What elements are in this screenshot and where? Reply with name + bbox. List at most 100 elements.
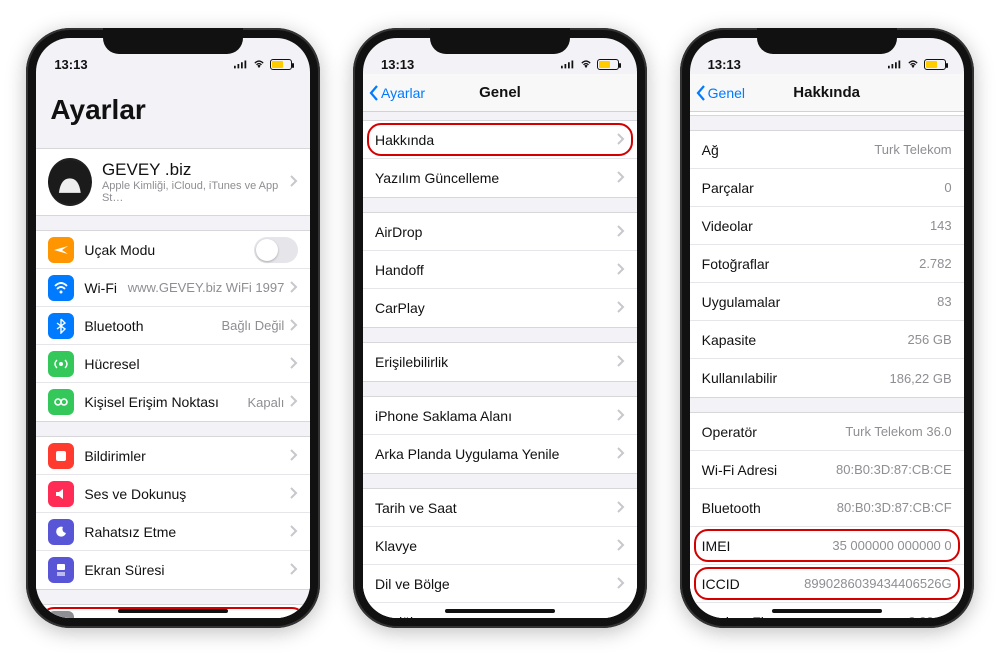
row-wifi[interactable]: Wi-Fi www.GEVEY.biz WiFi 1997: [36, 269, 310, 307]
profile-sub: Apple Kimliği, iCloud, iTunes ve App St…: [102, 180, 284, 204]
row-label: Tarih ve Saat: [375, 500, 457, 516]
signal-icon: [561, 57, 575, 72]
row-carrier[interactable]: OperatörTurk Telekom 36.0: [690, 413, 964, 451]
row-label: Dil ve Bölge: [375, 576, 450, 592]
row-apps[interactable]: Uygulamalar 83: [690, 283, 964, 321]
chevron-right-icon: [290, 524, 298, 540]
airplane-toggle[interactable]: [254, 237, 298, 263]
back-button[interactable]: Genel: [696, 85, 745, 101]
row-label: Parçalar: [702, 180, 754, 196]
row-language-region[interactable]: Dil ve Bölge: [363, 565, 637, 603]
signal-icon: [234, 57, 248, 72]
chevron-right-icon: [617, 500, 625, 516]
profile-name: GEVEY .biz: [102, 160, 284, 180]
back-label: Ayarlar: [381, 85, 425, 101]
chevron-right-icon: [617, 576, 625, 592]
phone-frame-1: 13:13 Ayarlar GEVEY .biz: [26, 28, 320, 628]
row-label: Arka Planda Uygulama Yenile: [375, 446, 559, 462]
chevron-right-icon: [290, 394, 298, 410]
row-label: Fotoğraflar: [702, 256, 770, 272]
back-label: Genel: [708, 85, 745, 101]
row-label: Handoff: [375, 262, 424, 278]
row-value: 83: [937, 294, 951, 309]
row-value: 80:B0:3D:87:CB:CE: [836, 462, 952, 477]
row-carplay[interactable]: CarPlay: [363, 289, 637, 327]
home-indicator: [118, 609, 228, 613]
row-label: Uygulamalar: [702, 294, 781, 310]
status-time: 13:13: [381, 57, 414, 72]
row-photos[interactable]: Fotoğraflar2.782: [690, 245, 964, 283]
row-value: 143: [930, 218, 952, 233]
row-network[interactable]: AğTurk Telekom: [690, 131, 964, 169]
back-button[interactable]: Ayarlar: [369, 85, 425, 101]
status-time: 13:13: [54, 57, 87, 72]
chevron-right-icon: [290, 562, 298, 578]
row-label: Operatör: [702, 424, 757, 440]
row-label: Ağ: [702, 142, 719, 158]
row-label: Bildirimler: [84, 448, 145, 464]
row-cellular[interactable]: Hücresel: [36, 345, 310, 383]
chevron-right-icon: [617, 262, 625, 278]
row-value: 186,22 GB: [889, 371, 951, 386]
row-bgapp-refresh[interactable]: Arka Planda Uygulama Yenile: [363, 435, 637, 473]
row-label: Ses ve Dokunuş: [84, 486, 186, 502]
row-label: iPhone Saklama Alanı: [375, 408, 512, 424]
row-iccid[interactable]: ICCID 8990286039434406526G: [690, 565, 964, 603]
wifi-settings-icon: [48, 275, 74, 301]
row-bt-address[interactable]: Bluetooth80:B0:3D:87:CB:CF: [690, 489, 964, 527]
row-wifi-address[interactable]: Wi-Fi Adresi80:B0:3D:87:CB:CE: [690, 451, 964, 489]
row-label: CarPlay: [375, 300, 425, 316]
row-label: Modem Firmware: [702, 614, 811, 619]
row-notifications[interactable]: Bildirimler: [36, 437, 310, 475]
signal-icon: [888, 57, 902, 72]
apple-id-row[interactable]: GEVEY .biz Apple Kimliği, iCloud, iTunes…: [36, 149, 310, 215]
row-handoff[interactable]: Handoff: [363, 251, 637, 289]
row-datetime[interactable]: Tarih ve Saat: [363, 489, 637, 527]
row-dnd[interactable]: Rahatsız Etme: [36, 513, 310, 551]
row-accessibility[interactable]: Erişilebilirlik: [363, 343, 637, 381]
chevron-right-icon: [290, 448, 298, 464]
row-label: IMEI: [702, 538, 731, 554]
row-storage[interactable]: iPhone Saklama Alanı: [363, 397, 637, 435]
row-value: www.GEVEY.biz WiFi 1997: [128, 280, 285, 295]
row-label: Bluetooth: [84, 318, 143, 334]
gear-icon: [48, 611, 74, 618]
wifi-icon: [579, 57, 593, 72]
page-title: Ayarlar: [36, 74, 310, 134]
chevron-right-icon: [290, 356, 298, 372]
airplane-icon: [48, 237, 74, 263]
chevron-right-icon: [290, 280, 298, 296]
row-label: Yazılım Güncelleme: [375, 170, 499, 186]
row-videos[interactable]: Videolar143: [690, 207, 964, 245]
row-available[interactable]: Kullanılabilir 186,22 GB: [690, 359, 964, 397]
screentime-icon: [48, 557, 74, 583]
row-airplane[interactable]: Uçak Modu: [36, 231, 310, 269]
row-label: Hücresel: [84, 356, 139, 372]
row-label: AirDrop: [375, 224, 422, 240]
phone-frame-2: 13:13 Ayarlar Genel Hakkında: [353, 28, 647, 628]
row-keyboard[interactable]: Klavye: [363, 527, 637, 565]
row-value: 80:B0:3D:87:CB:CF: [837, 500, 952, 515]
dnd-icon: [48, 519, 74, 545]
row-about[interactable]: Hakkında: [363, 121, 637, 159]
row-songs[interactable]: Parçalar 0: [690, 169, 964, 207]
row-value: 0: [944, 180, 951, 195]
row-label: Rahatsız Etme: [84, 524, 176, 540]
row-label: Kullanılabilir: [702, 370, 777, 386]
row-software-update[interactable]: Yazılım Güncelleme: [363, 159, 637, 197]
row-value: 256 GB: [908, 332, 952, 347]
bluetooth-icon: [48, 313, 74, 339]
chevron-right-icon: [617, 224, 625, 240]
row-imei[interactable]: IMEI 35 000000 000000 0: [690, 527, 964, 565]
hotspot-icon: [48, 389, 74, 415]
row-label: ICCID: [702, 576, 740, 592]
row-capacity[interactable]: Kapasite256 GB: [690, 321, 964, 359]
row-screentime[interactable]: Ekran Süresi: [36, 551, 310, 589]
row-hotspot[interactable]: Kişisel Erişim Noktası Kapalı: [36, 383, 310, 421]
row-airdrop[interactable]: AirDrop: [363, 213, 637, 251]
row-serial[interactable]: Seri Numarası DNPV1U1LJCL9: [690, 112, 964, 115]
row-bluetooth[interactable]: Bluetooth Bağlı Değil: [36, 307, 310, 345]
chevron-right-icon: [617, 408, 625, 424]
row-sounds[interactable]: Ses ve Dokunuş: [36, 475, 310, 513]
notch: [757, 28, 897, 54]
